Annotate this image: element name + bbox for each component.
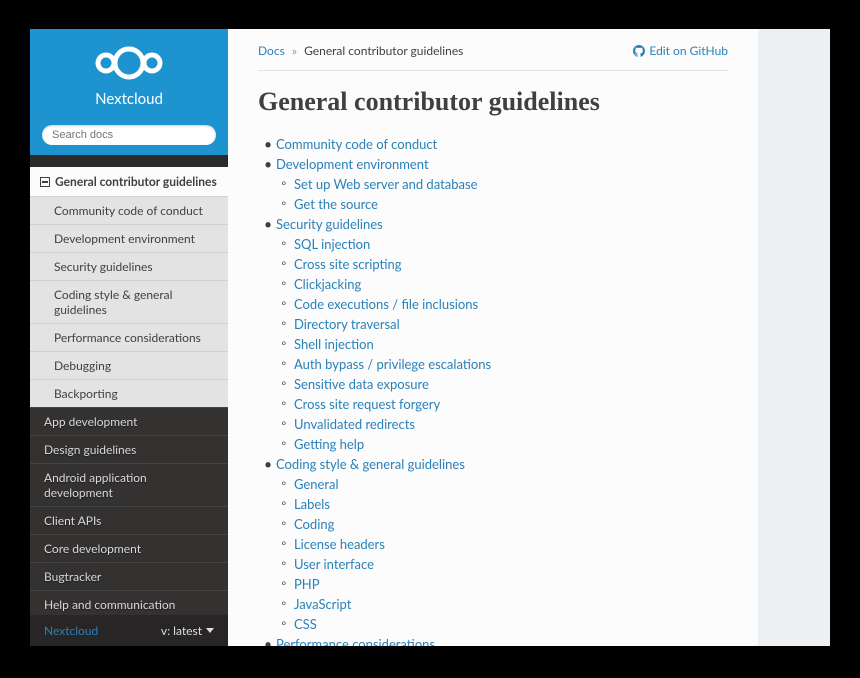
toc-sub-item: Sensitive data exposure <box>276 375 728 392</box>
nav-item[interactable]: App development <box>30 407 228 435</box>
right-gutter <box>758 29 830 646</box>
page-title: General contributor guidelines <box>258 87 728 117</box>
toc-sub-link[interactable]: General <box>294 476 339 492</box>
nav-item[interactable]: Android application development <box>30 463 228 506</box>
toc-sub-link[interactable]: Labels <box>294 496 330 512</box>
toc-sub-item: Auth bypass / privilege escalations <box>276 355 728 372</box>
main-content: Docs » General contributor guidelines Ed… <box>228 29 758 646</box>
toc-sub-item: JavaScript <box>276 595 728 612</box>
search-wrap <box>30 118 228 155</box>
toc-link[interactable]: Community code of conduct <box>276 136 437 152</box>
nav-sub-item[interactable]: Performance considerations <box>30 323 228 351</box>
toc-sub-link[interactable]: License headers <box>294 536 385 552</box>
toc-sub-item: Cross site scripting <box>276 255 728 272</box>
toc-sub-item: Coding <box>276 515 728 532</box>
nav-sub-item[interactable]: Debugging <box>30 351 228 379</box>
toc-sub-link[interactable]: User interface <box>294 556 374 572</box>
breadcrumb-root[interactable]: Docs <box>258 43 285 58</box>
nav-current-label: General contributor guidelines <box>55 174 217 189</box>
toc-sub-link[interactable]: Sensitive data exposure <box>294 376 429 392</box>
toc-sub-link[interactable]: Code executions / file inclusions <box>294 296 478 312</box>
nav-item[interactable]: Bugtracker <box>30 562 228 590</box>
toc-item: Development environment Set up Web server… <box>258 155 728 212</box>
nav-sub-item[interactable]: Backporting <box>30 379 228 407</box>
toc-sub-link[interactable]: Directory traversal <box>294 316 400 332</box>
nav: General contributor guidelines Community… <box>30 167 228 615</box>
toc-sub-link[interactable]: Getting help <box>294 436 364 452</box>
version-label: v: latest <box>161 623 202 638</box>
toc-sub-item: Cross site request forgery <box>276 395 728 412</box>
nav-item[interactable]: Design guidelines <box>30 435 228 463</box>
toc-link[interactable]: Development environment <box>276 156 429 172</box>
github-icon <box>633 45 645 57</box>
version-selector[interactable]: v: latest <box>161 623 214 638</box>
nav-item[interactable]: Core development <box>30 534 228 562</box>
toc-sub-item: SQL injection <box>276 235 728 252</box>
toc-sub-link[interactable]: Cross site scripting <box>294 256 402 272</box>
toc-sub-item: Set up Web server and database <box>276 175 728 192</box>
edit-link-text: Edit on GitHub <box>649 43 728 58</box>
nav-current-section: General contributor guidelines Community… <box>30 167 228 407</box>
toc-sub-item: Unvalidated redirects <box>276 415 728 432</box>
breadcrumb: Docs » General contributor guidelines <box>258 43 463 58</box>
toc-sub-item: License headers <box>276 535 728 552</box>
toc-sub-link[interactable]: Auth bypass / privilege escalations <box>294 356 491 372</box>
toc-sub-link[interactable]: Coding <box>294 516 334 532</box>
toc-sub-link[interactable]: Get the source <box>294 196 378 212</box>
nav-sub-list: Community code of conductDevelopment env… <box>30 196 228 407</box>
sidebar: Nextcloud General contributor guidelines… <box>30 29 228 646</box>
toc-link[interactable]: Coding style & general guidelines <box>276 456 465 472</box>
sidebar-header: Nextcloud <box>30 29 228 118</box>
toc-sub-item: PHP <box>276 575 728 592</box>
toc-item: Performance considerationsDatabase perfo… <box>258 635 728 646</box>
nav-sub-item[interactable]: Coding style & general guidelines <box>30 280 228 323</box>
version-project-link[interactable]: Nextcloud <box>44 623 98 638</box>
toc-item: Community code of conduct <box>258 135 728 152</box>
toc-sub-link[interactable]: Set up Web server and database <box>294 176 477 192</box>
breadcrumb-sep: » <box>292 43 297 58</box>
toc-sub-item: User interface <box>276 555 728 572</box>
toc-sub-link[interactable]: CSS <box>294 616 317 632</box>
nav-item[interactable]: Help and communication <box>30 590 228 615</box>
toc-sub-item: General <box>276 475 728 492</box>
toc-sub-item: CSS <box>276 615 728 632</box>
toc-link[interactable]: Security guidelines <box>276 216 383 232</box>
nav-sub-item[interactable]: Community code of conduct <box>30 196 228 224</box>
toc-sub-item: Getting help <box>276 435 728 452</box>
toc-sub-item: Shell injection <box>276 335 728 352</box>
toc: Community code of conduct Development env… <box>258 135 728 646</box>
toc-sub-link[interactable]: JavaScript <box>294 596 351 612</box>
breadcrumb-row: Docs » General contributor guidelines Ed… <box>258 29 728 64</box>
toc-sub-link[interactable]: Clickjacking <box>294 276 361 292</box>
collapse-icon <box>40 177 50 187</box>
toc-sub-link[interactable]: SQL injection <box>294 236 370 252</box>
toc-sub-link[interactable]: Shell injection <box>294 336 374 352</box>
brand-logo[interactable] <box>45 41 213 88</box>
nav-sub-item[interactable]: Development environment <box>30 224 228 252</box>
toc-item: Security guidelines SQL injection Cross si… <box>258 215 728 452</box>
toc-sub-item: Clickjacking <box>276 275 728 292</box>
toc-sub-item: Labels <box>276 495 728 512</box>
toc-item: Coding style & general guidelines General… <box>258 455 728 632</box>
toc-sub-link[interactable]: PHP <box>294 576 320 592</box>
nav-main-list: App developmentDesign guidelinesAndroid … <box>30 407 228 615</box>
brand-name: Nextcloud <box>45 90 213 108</box>
nav-item[interactable]: Client APIs <box>30 506 228 534</box>
toc-sub-item: Code executions / file inclusions <box>276 295 728 312</box>
sidebar-divider <box>30 155 228 167</box>
toc-sub-item: Directory traversal <box>276 315 728 332</box>
nav-sub-item[interactable]: Security guidelines <box>30 252 228 280</box>
toc-sub-link[interactable]: Cross site request forgery <box>294 396 440 412</box>
nav-current-header[interactable]: General contributor guidelines <box>30 167 228 196</box>
breadcrumb-divider <box>258 70 728 71</box>
version-bar[interactable]: Nextcloud v: latest <box>30 615 228 646</box>
search-input[interactable] <box>42 125 216 145</box>
toc-sub-item: Get the source <box>276 195 728 212</box>
toc-link[interactable]: Performance considerations <box>276 636 435 646</box>
toc-sub-link[interactable]: Unvalidated redirects <box>294 416 415 432</box>
breadcrumb-current: General contributor guidelines <box>304 43 463 58</box>
caret-down-icon <box>206 628 214 633</box>
edit-on-github-link[interactable]: Edit on GitHub <box>633 43 728 58</box>
